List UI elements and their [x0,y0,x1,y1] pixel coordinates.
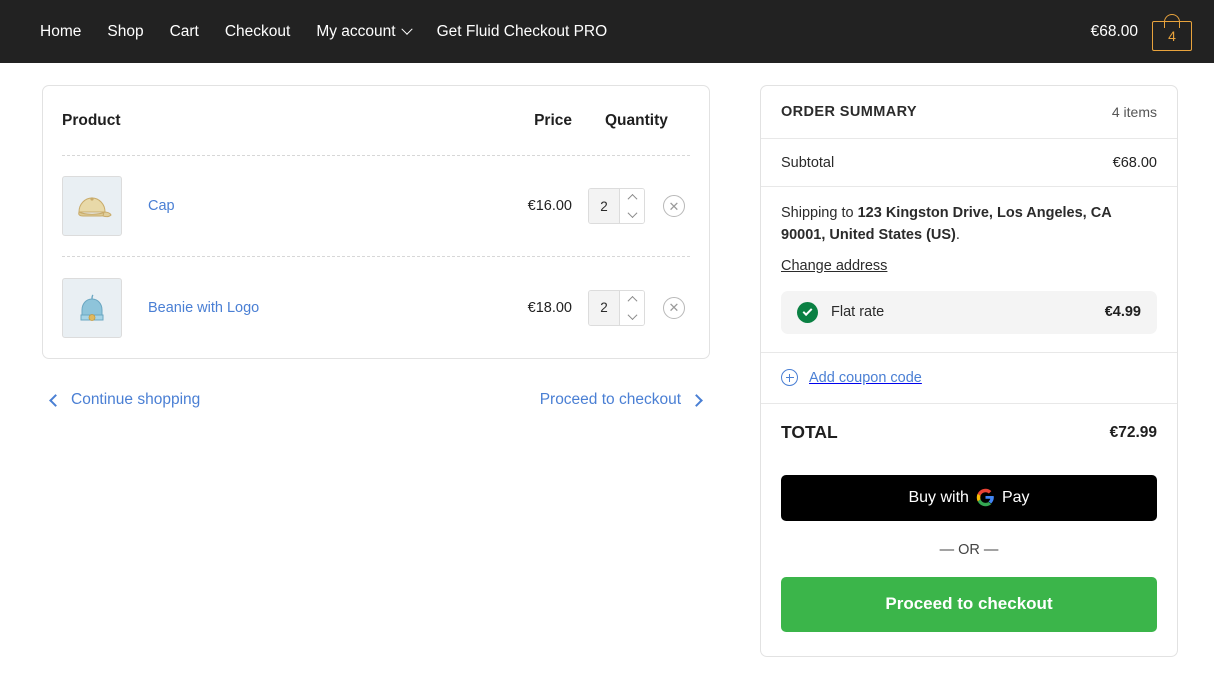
quantity-stepper[interactable]: 2 [588,188,645,224]
product-thumbnail-beanie[interactable] [62,277,122,338]
column-header-price: Price [534,111,572,129]
nav-link-home[interactable]: Home [40,23,81,41]
nav-account-label: My account [316,22,396,40]
cart-item-count: 4 [1168,27,1176,44]
cart-actions: Continue shopping Proceed to checkout [42,359,710,409]
cap-icon [78,197,112,218]
shopping-bag-icon[interactable]: 4 [1152,13,1192,51]
shipping-address-text: Shipping to 123 Kingston Drive, Los Ange… [781,203,1157,247]
total-section: TOTAL €72.99 [761,404,1177,462]
product-thumbnail-cap[interactable] [62,176,122,236]
remove-item-button[interactable]: ✕ [663,296,685,319]
chevron-down-icon [627,309,637,320]
continue-shopping-label: Continue shopping [71,391,201,408]
check-mark [802,305,813,316]
quantity-value[interactable]: 2 [589,290,619,325]
shipping-method-option[interactable]: Flat rate €4.99 [781,290,1157,334]
cart-table-panel: Product Price Quantity Cap €16.00 2 ✕ Be… [42,85,710,359]
shipping-method-price: €4.99 [1104,304,1141,320]
product-price: €16.00 [527,198,572,214]
stepper-arrows [619,189,644,223]
proceed-to-checkout-link[interactable]: Proceed to checkout [539,391,703,409]
subtotal-section: Subtotal €68.00 [761,139,1177,186]
nav-link-get-pro[interactable]: Get Fluid Checkout PRO [437,23,608,41]
shipping-prefix: Shipping to [781,205,858,221]
google-g-icon [976,488,994,507]
chevron-left-icon [49,393,62,407]
subtotal-label: Subtotal [781,154,835,171]
order-summary-panel: ORDER SUMMARY 4 items Subtotal €68.00 Sh… [760,85,1178,657]
plus-circle-icon [781,369,798,386]
add-coupon-label: Add coupon code [809,369,922,386]
order-summary-column: ORDER SUMMARY 4 items Subtotal €68.00 Sh… [760,85,1178,657]
remove-item-button[interactable]: ✕ [663,195,685,217]
product-price: €18.00 [527,299,572,316]
gpay-prefix-label: Buy with [908,488,969,506]
change-address-link[interactable]: Change address [781,258,887,274]
page-content: Product Price Quantity Cap €16.00 2 ✕ Be… [0,63,1214,657]
add-coupon-code-link[interactable]: Add coupon code [781,353,1157,403]
gpay-suffix-label: Pay [1001,488,1030,506]
product-link[interactable]: Beanie with Logo [148,300,259,316]
shipping-suffix: . [955,226,960,243]
proceed-to-checkout-label: Proceed to checkout [539,391,681,408]
column-header-product: Product [62,111,121,129]
quantity-decrease-button[interactable] [620,308,644,325]
payment-actions: Buy with Pay — OR — Proceed to checkout [761,462,1177,656]
nav-links: Home Shop Cart Checkout My account Get F… [40,23,1091,41]
nav-link-shop[interactable]: Shop [107,23,143,41]
quantity-increase-button[interactable] [620,189,644,206]
stepper-arrows [619,290,644,325]
subtotal-value: €68.00 [1112,154,1157,171]
total-value: €72.99 [1109,423,1157,441]
column-header-quantity: Quantity [605,111,668,129]
continue-shopping-link[interactable]: Continue shopping [49,391,201,409]
cart-widget[interactable]: €68.00 4 [1091,13,1192,51]
coupon-section: Add coupon code [761,353,1177,403]
cart-table-header: Product Price Quantity [62,86,690,156]
total-label: TOTAL [781,422,838,442]
table-row: Cap €16.00 2 ✕ [62,156,690,257]
proceed-to-checkout-button[interactable]: Proceed to checkout [781,576,1157,632]
or-separator: — OR — [939,541,999,558]
chevron-down-icon [400,23,413,35]
order-summary-items-count: 4 items [1111,104,1157,120]
google-pay-button[interactable]: Buy with Pay [781,474,1157,521]
quantity-cell: 2 ✕ [572,289,690,326]
product-cell: Cap [62,176,468,236]
quantity-stepper[interactable]: 2 [588,289,645,326]
check-circle-icon [797,301,818,323]
beanie-icon [80,294,104,321]
quantity-increase-button[interactable] [620,291,644,308]
nav-link-my-account[interactable]: My account [316,22,413,41]
product-link[interactable]: Cap [148,198,175,214]
quantity-decrease-button[interactable] [620,206,644,223]
chevron-down-icon [627,208,637,219]
cart-total-amount: €68.00 [1090,22,1138,40]
order-summary-title: ORDER SUMMARY [781,104,917,120]
nav-link-checkout[interactable]: Checkout [225,23,290,41]
shipping-method-name: Flat rate [831,304,885,320]
table-row: Beanie with Logo €18.00 2 ✕ [62,257,690,358]
shipping-section: Shipping to 123 Kingston Drive, Los Ange… [761,187,1177,352]
order-summary-header: ORDER SUMMARY 4 items [761,86,1177,138]
product-cell: Beanie with Logo [62,277,468,338]
quantity-cell: 2 ✕ [572,188,690,224]
cart-column: Product Price Quantity Cap €16.00 2 ✕ Be… [42,85,710,409]
top-navbar: Home Shop Cart Checkout My account Get F… [0,0,1214,63]
nav-link-cart[interactable]: Cart [170,23,199,41]
quantity-value[interactable]: 2 [589,189,619,223]
chevron-up-icon [627,295,637,306]
chevron-right-icon [690,393,703,407]
chevron-up-icon [627,193,637,204]
